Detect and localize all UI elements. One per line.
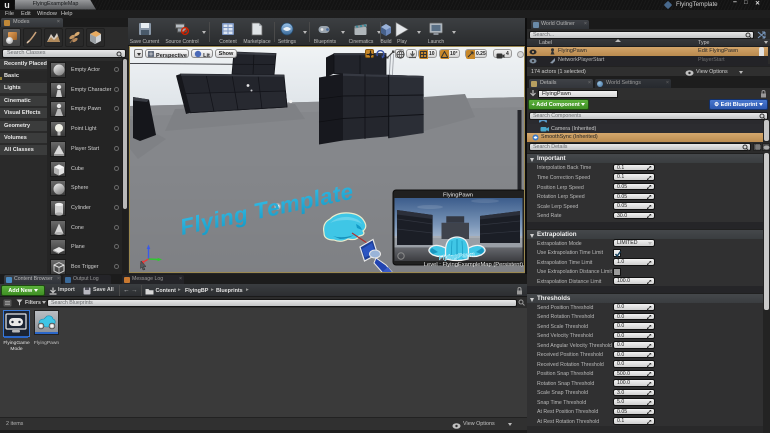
svg-text:Level : FlyingExampleMap (Pers: Level : FlyingExampleMap (Persistent) [424,262,523,268]
svg-text:FlyingPawn: FlyingPawn [443,193,473,199]
